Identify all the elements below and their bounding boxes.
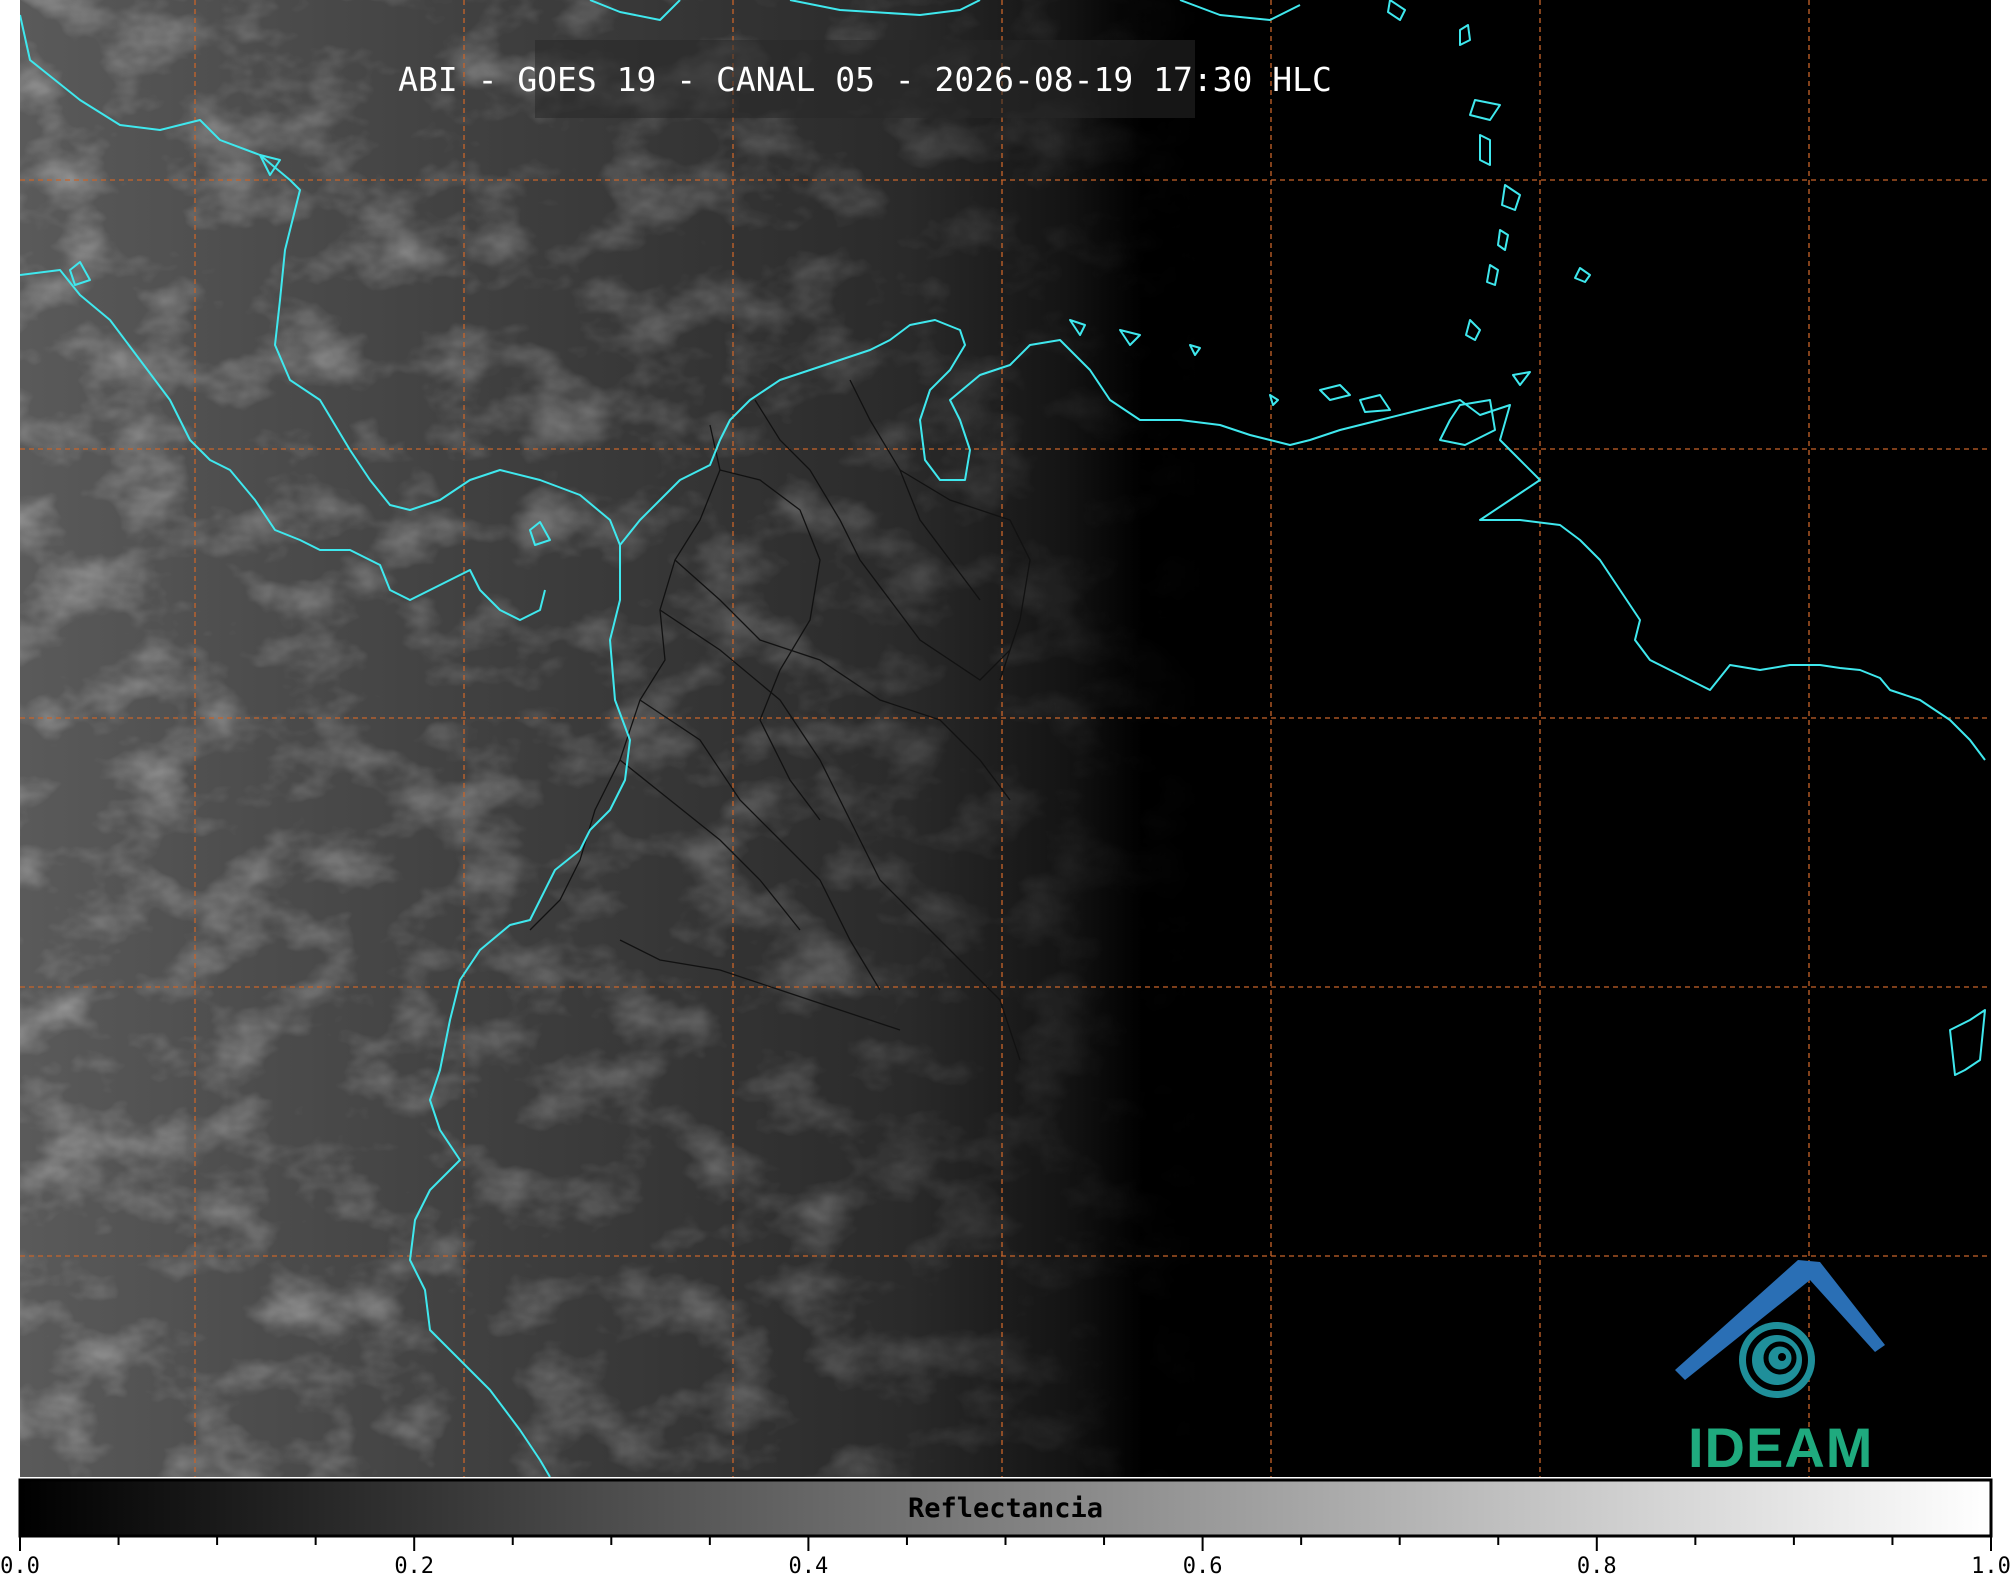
satellite-image: [20, 0, 1991, 1477]
colorbar-tick-label: 1.0: [1971, 1554, 2011, 1579]
colorbar: [18, 1478, 1993, 1551]
colorbar-tick-label: 0.8: [1576, 1554, 1617, 1579]
colorbar-tick-label: 0.4: [788, 1554, 829, 1579]
colorbar-tick-label: 0.6: [1182, 1554, 1223, 1579]
colorbar-tick-label: 0.0: [0, 1554, 40, 1579]
satellite-figure: ABI - GOES 19 - CANAL 05 - 2026-08-19 17…: [0, 0, 2011, 1579]
colorbar-ramp: [18, 1478, 1993, 1538]
colorbar-ticks: [19, 1536, 1992, 1551]
colorbar-tick-label: 0.2: [394, 1554, 435, 1579]
ideam-logo-text: IDEAM: [1688, 1416, 1874, 1479]
map-title: ABI - GOES 19 - CANAL 05 - 2026-08-19 17…: [398, 40, 1332, 118]
